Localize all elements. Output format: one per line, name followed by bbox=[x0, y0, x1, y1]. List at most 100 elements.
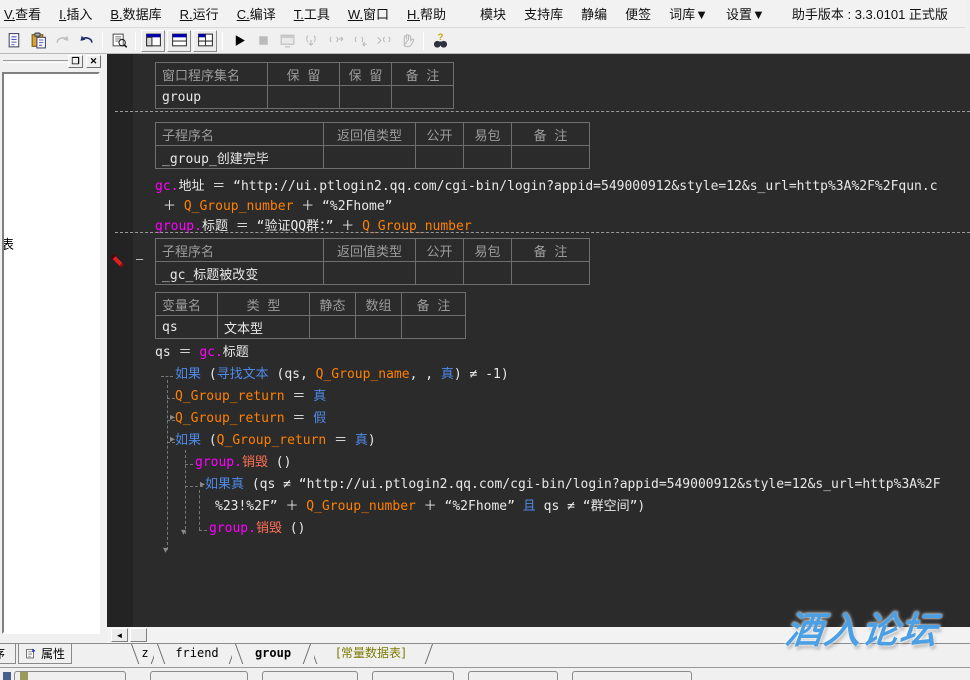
indent-guide bbox=[167, 398, 175, 399]
window-layout-grid-button[interactable] bbox=[193, 30, 217, 52]
menu-item-静编[interactable]: 静编 bbox=[572, 0, 616, 27]
code-token: ＝ bbox=[326, 433, 355, 448]
paste-clipboard-button[interactable] bbox=[26, 30, 50, 52]
project-tree[interactable]: 表 bbox=[2, 72, 100, 634]
table-cell[interactable] bbox=[402, 316, 466, 339]
code-line[interactable]: Q_Group_return ＝ 假 bbox=[175, 410, 326, 428]
code-line[interactable]: ＋ Q_Group_number ＋ “%2Fhome” bbox=[163, 198, 393, 216]
menu-item-W窗口[interactable]: W.窗口 bbox=[339, 0, 398, 27]
find-binoculars-button[interactable]: ? bbox=[428, 30, 452, 52]
menu-item-I插入[interactable]: I.插入 bbox=[50, 0, 101, 27]
table-cell[interactable]: 文本型 bbox=[218, 316, 310, 339]
table-cell[interactable] bbox=[512, 146, 590, 169]
editor-selection-margin[interactable] bbox=[107, 54, 133, 627]
toolbar-separator bbox=[222, 32, 223, 50]
workspace-tab-friend[interactable]: friend bbox=[154, 644, 240, 664]
menu-item-C编译[interactable]: C.编译 bbox=[228, 0, 285, 27]
code-token: Q_Group_name bbox=[316, 367, 410, 382]
code-line[interactable]: gc.地址 ＝ “http://ui.ptlogin2.qq.com/cgi-b… bbox=[155, 178, 938, 196]
table-cell[interactable] bbox=[392, 86, 454, 109]
code-token: Q_Group_number bbox=[184, 199, 294, 214]
undo-icon bbox=[78, 32, 95, 49]
table-cell[interactable] bbox=[310, 316, 356, 339]
section-separator bbox=[115, 111, 970, 112]
pause-hand-icon bbox=[399, 32, 416, 49]
find-binoculars-icon: ? bbox=[432, 32, 449, 49]
paste-clipboard-icon bbox=[30, 32, 47, 49]
step-into-icon bbox=[303, 32, 320, 49]
code-line[interactable]: group.标题 ＝ “验证QQ群：” ＋ Q_Group_number bbox=[155, 218, 472, 236]
table-cell[interactable]: qs bbox=[156, 316, 218, 339]
menu-item-便签[interactable]: 便签 bbox=[616, 0, 660, 27]
table-cell[interactable] bbox=[464, 262, 512, 285]
table-cell[interactable] bbox=[512, 262, 590, 285]
table-cell[interactable]: _gc_标题被改变 bbox=[156, 262, 324, 285]
step-over-icon bbox=[327, 32, 344, 49]
panel-tab-program[interactable]: 序 bbox=[0, 644, 16, 664]
menu-item-词库[interactable]: 词库▼ bbox=[660, 0, 717, 27]
code-line[interactable]: group.销毁 () bbox=[209, 520, 305, 538]
table-cell[interactable]: _group_创建完毕 bbox=[156, 146, 324, 169]
panel-maximize-button[interactable]: ❐ bbox=[68, 55, 83, 68]
toolbar-separator bbox=[423, 32, 424, 50]
menu-item-V查看[interactable]: V.查看 bbox=[0, 0, 50, 27]
table-cell[interactable] bbox=[464, 146, 512, 169]
menu-item-设置[interactable]: 设置▼ bbox=[717, 0, 774, 27]
indent-guide bbox=[167, 380, 168, 550]
table-header: 类 型 bbox=[218, 293, 310, 316]
code-line[interactable]: %23!%2F” ＋ Q_Group_number ＋ “%2Fhome” 且 … bbox=[215, 498, 645, 516]
code-line[interactable]: 如果 (寻找文本 (qs, Q_Group_name, , 真) ≠ -1) bbox=[175, 366, 509, 384]
code-token: group. bbox=[209, 521, 256, 536]
table-header: 静态 bbox=[310, 293, 356, 316]
code-token: () bbox=[268, 455, 291, 470]
menu-item-H帮助[interactable]: H.帮助 bbox=[398, 0, 455, 27]
code-token: 销毁 bbox=[242, 455, 268, 470]
code-line[interactable]: group.销毁 () bbox=[195, 454, 291, 472]
code-token: group. bbox=[195, 455, 242, 470]
window-layout-left-button[interactable] bbox=[141, 30, 165, 52]
table-cell[interactable] bbox=[416, 146, 464, 169]
undo-button[interactable] bbox=[74, 30, 98, 52]
code-token: Q_Group_return bbox=[175, 389, 285, 404]
clipped-window-tab bbox=[262, 671, 358, 680]
code-token: Q_Group_return bbox=[175, 411, 285, 426]
table-header: 易包 bbox=[464, 123, 512, 146]
code-token: ＋ “%2Fhome” bbox=[416, 499, 523, 514]
menu-item-模块[interactable]: 模块 bbox=[471, 0, 515, 27]
flow-arrow-icon: ▸ bbox=[170, 413, 175, 423]
code-line[interactable]: Q_Group_return ＝ 真 bbox=[175, 388, 326, 406]
table-cell[interactable] bbox=[268, 86, 340, 109]
code-token: 寻找文本 bbox=[217, 367, 269, 382]
table-cell[interactable] bbox=[416, 262, 464, 285]
code-line[interactable]: 如果真 (qs ≠ “http://ui.ptlogin2.qq.com/cgi… bbox=[205, 476, 941, 494]
window-layout-top-button[interactable] bbox=[167, 30, 191, 52]
new-doc-button[interactable] bbox=[2, 30, 26, 52]
workspace-tab-常量数据表[interactable]: [常量数据表] bbox=[306, 644, 436, 664]
scrollbar-thumb[interactable] bbox=[130, 628, 147, 642]
menu-item-支持库[interactable]: 支持库 bbox=[515, 0, 572, 27]
code-line[interactable]: qs ＝ gc.标题 bbox=[155, 344, 249, 362]
table-cell[interactable] bbox=[340, 86, 392, 109]
table-cell[interactable] bbox=[324, 146, 416, 169]
workspace-tab-group[interactable]: group bbox=[232, 644, 314, 664]
panel-tab-properties[interactable]: 属性 bbox=[18, 644, 72, 664]
menu-item-T工具[interactable]: T.工具 bbox=[285, 0, 339, 27]
code-editor[interactable]: — 窗口程序集名保 留保 留备 注group子程序名返回值类型公开易包备 注_g… bbox=[107, 54, 970, 627]
code-token: gc. bbox=[155, 179, 178, 194]
fold-collapse-marker[interactable]: — bbox=[136, 252, 143, 266]
menu-item-R运行[interactable]: R.运行 bbox=[171, 0, 228, 27]
run-button[interactable] bbox=[227, 30, 251, 52]
scroll-left-button[interactable]: ◄ bbox=[111, 628, 128, 642]
code-line[interactable]: 如果 (Q_Group_return ＝ 真) bbox=[175, 432, 376, 450]
panel-grip[interactable] bbox=[3, 60, 69, 63]
code-token: qs ＝ bbox=[155, 345, 199, 360]
table-cell[interactable]: group bbox=[156, 86, 268, 109]
menu-item-B数据库[interactable]: B.数据库 bbox=[101, 0, 170, 27]
code-token: 真 bbox=[441, 367, 454, 382]
indent-guide bbox=[199, 490, 200, 530]
table-cell[interactable] bbox=[356, 316, 402, 339]
view-source-button[interactable] bbox=[107, 30, 131, 52]
flow-arrow-icon: ▸ bbox=[200, 480, 205, 490]
table-cell[interactable] bbox=[324, 262, 416, 285]
panel-close-button[interactable]: ✕ bbox=[86, 55, 101, 68]
